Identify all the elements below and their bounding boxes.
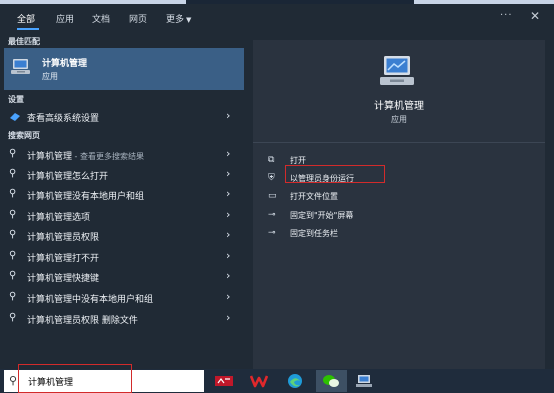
- system-settings-icon: [10, 113, 20, 121]
- detail-pane: 计算机管理 应用 ⧉ 打开 ⛨ 以管理员身份运行 ▭ 打开文件位置 ⊸ 固定到"…: [253, 40, 545, 369]
- search-icon: ⚲: [9, 250, 17, 261]
- chevron-right-icon: ›: [226, 269, 231, 282]
- section-settings: 设置: [8, 95, 24, 104]
- action-label: 打开文件位置: [290, 192, 338, 201]
- web-result-label: 计算机管理怎么打开: [27, 172, 109, 182]
- pin-icon: ⊸: [268, 210, 276, 220]
- network-computer-icon[interactable]: [356, 373, 374, 389]
- results-list: 最佳匹配 计算机管理 应用 设置 查看高级系统设置 › 搜索网页 ⚲ 计算机管理…: [0, 32, 245, 369]
- web-result-sub: - 查看更多搜索结果: [72, 152, 144, 161]
- tab-more-label: 更多: [166, 15, 185, 25]
- tab-documents[interactable]: 文档: [92, 12, 110, 25]
- close-icon[interactable]: ✕: [530, 9, 540, 23]
- web-result-label: 计算机管理没有本地用户和组: [27, 192, 145, 202]
- web-result-label: 计算机管理打不开: [27, 254, 100, 264]
- web-result-item[interactable]: ⚲ 计算机管理 - 查看更多搜索结果 ›: [4, 144, 244, 164]
- search-icon: ⚲: [9, 229, 17, 240]
- web-result-item[interactable]: ⚲ 计算机管理打不开 ›: [4, 246, 244, 266]
- action-label: 固定到任务栏: [290, 229, 338, 238]
- best-match-subtitle: 应用: [42, 72, 58, 81]
- start-search-panel: 全部 应用 文档 网页 更多▼ ··· ✕ 最佳匹配 计算机管理 应用 设置: [0, 4, 554, 369]
- tab-web[interactable]: 网页: [129, 12, 147, 25]
- best-match-item[interactable]: 计算机管理 应用: [4, 48, 244, 90]
- chevron-right-icon: ›: [226, 208, 231, 221]
- web-result-label: 计算机管理员权限: [27, 233, 100, 243]
- settings-item-advanced-system[interactable]: 查看高级系统设置 ›: [4, 106, 244, 126]
- action-label: 固定到"开始"屏幕: [290, 211, 354, 220]
- search-icon: ⚲: [9, 148, 17, 159]
- web-result-label: 计算机管理选项: [27, 213, 91, 223]
- chevron-right-icon: ›: [226, 290, 231, 303]
- wechat-icon[interactable]: [322, 373, 340, 389]
- search-filter-tabs: 全部 应用 文档 网页 更多 ▼ ··· ✕: [0, 4, 554, 32]
- web-result-main: 计算机管理: [27, 152, 73, 162]
- web-result-label: 计算机管理中没有本地用户和组: [27, 295, 154, 305]
- shield-icon: ⛨: [268, 173, 275, 183]
- web-result-item[interactable]: ⚲ 计算机管理选项 ›: [4, 205, 244, 225]
- detail-title: 计算机管理: [374, 101, 424, 112]
- folder-icon: ▭: [268, 191, 277, 201]
- open-icon: ⧉: [268, 155, 275, 165]
- highlight-box-run-as-admin: [285, 165, 385, 183]
- chevron-down-icon: ▼: [186, 16, 192, 24]
- section-best-match: 最佳匹配: [8, 37, 40, 46]
- search-icon: ⚲: [9, 291, 17, 302]
- computer-management-icon: [11, 59, 30, 74]
- tab-apps[interactable]: 应用: [56, 12, 74, 25]
- web-result-label: 计算机管理员权限 删除文件: [27, 316, 138, 326]
- bcp-app-icon[interactable]: [215, 373, 233, 389]
- pin-icon: ⊸: [268, 228, 276, 238]
- search-icon: ⚲: [9, 374, 18, 387]
- tab-all[interactable]: 全部: [17, 12, 35, 25]
- web-result-item[interactable]: ⚲ 计算机管理员权限 ›: [4, 225, 244, 245]
- screenshot-frame: 全部 应用 文档 网页 更多▼ ··· ✕ 最佳匹配 计算机管理 应用 设置: [0, 0, 554, 393]
- web-result-item[interactable]: ⚲ 计算机管理中没有本地用户和组 ›: [4, 287, 244, 307]
- section-search-web: 搜索网页: [8, 131, 40, 140]
- search-icon: ⚲: [9, 168, 17, 179]
- active-tab-indicator: [17, 28, 39, 30]
- web-result-item[interactable]: ⚲ 计算机管理员权限 删除文件 ›: [4, 308, 244, 328]
- chevron-right-icon: ›: [226, 147, 231, 160]
- search-icon: ⚲: [9, 188, 17, 199]
- settings-item-label: 查看高级系统设置: [27, 114, 100, 124]
- edge-browser-icon[interactable]: [286, 373, 304, 389]
- action-open-file-location[interactable]: ▭ 打开文件位置: [268, 189, 528, 205]
- chevron-right-icon: ›: [226, 109, 231, 122]
- detail-subtitle: 应用: [391, 115, 407, 124]
- action-pin-to-taskbar[interactable]: ⊸ 固定到任务栏: [268, 226, 528, 242]
- best-match-title: 计算机管理: [42, 59, 88, 69]
- tab-more[interactable]: 更多 ▼: [166, 12, 191, 25]
- web-result-item[interactable]: ⚲ 计算机管理快捷键 ›: [4, 266, 244, 286]
- web-result-item[interactable]: ⚲ 计算机管理怎么打开 ›: [4, 164, 244, 184]
- action-pin-to-start[interactable]: ⊸ 固定到"开始"屏幕: [268, 208, 528, 224]
- divider: [253, 142, 545, 143]
- wps-app-icon[interactable]: [250, 373, 268, 389]
- search-icon: ⚲: [9, 270, 17, 281]
- chevron-right-icon: ›: [226, 187, 231, 200]
- highlight-box-search: [18, 364, 132, 393]
- chevron-right-icon: ›: [226, 228, 231, 241]
- chevron-right-icon: ›: [226, 249, 231, 262]
- search-icon: ⚲: [9, 312, 17, 323]
- chevron-right-icon: ›: [226, 167, 231, 180]
- web-result-label: 计算机管理快捷键: [27, 274, 100, 284]
- computer-management-icon: [380, 56, 414, 85]
- search-icon: ⚲: [9, 209, 17, 220]
- web-result-label: 计算机管理 - 查看更多搜索结果: [27, 149, 144, 162]
- more-options-icon[interactable]: ···: [500, 10, 513, 21]
- web-result-item[interactable]: ⚲ 计算机管理没有本地用户和组 ›: [4, 184, 244, 204]
- chevron-right-icon: ›: [226, 311, 231, 324]
